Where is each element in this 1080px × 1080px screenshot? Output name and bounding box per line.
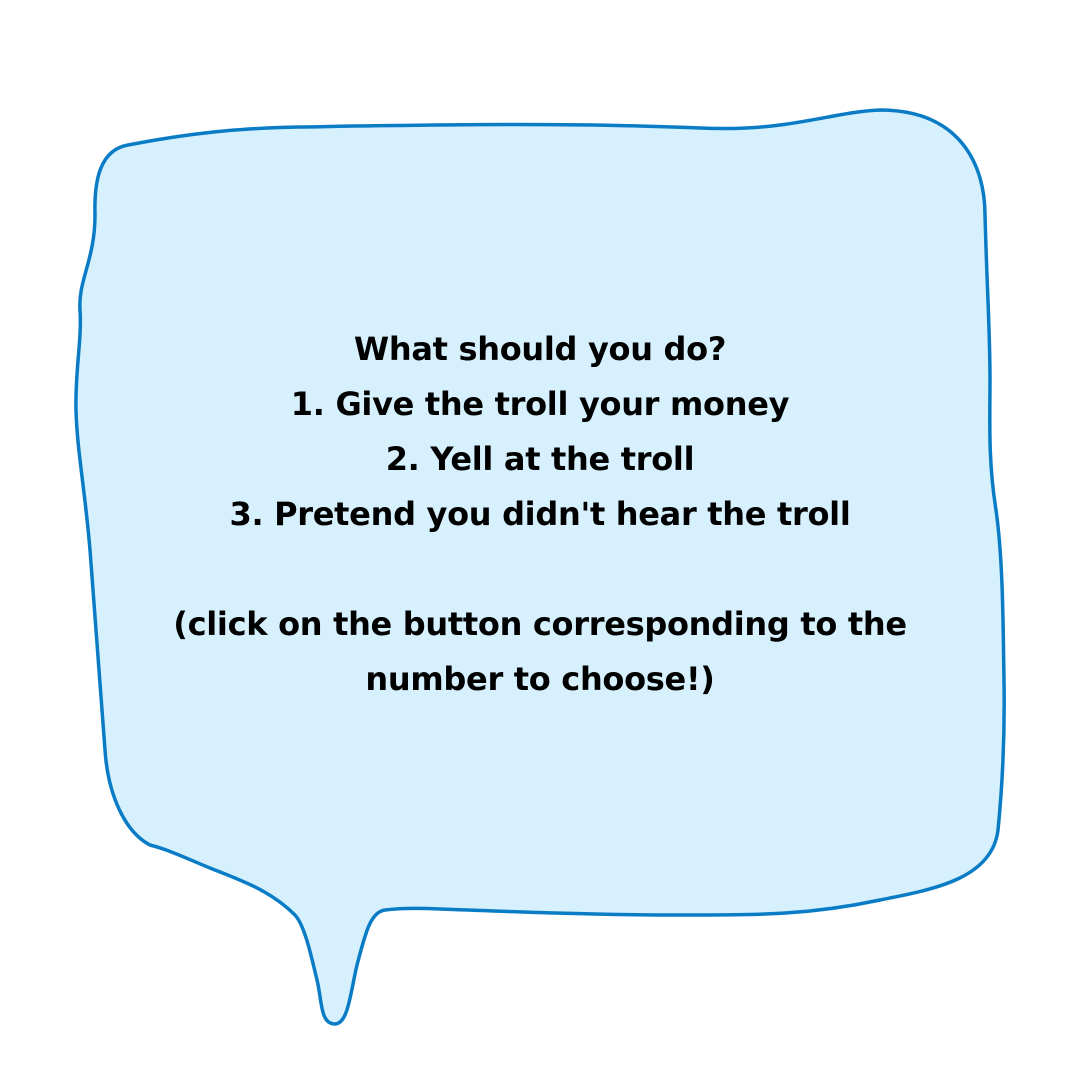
slide-canvas: What should you do? 1. Give the troll yo… — [0, 0, 1080, 1080]
question-text: What should you do? — [353, 330, 727, 368]
bubble-text-block: What should you do? 1. Give the troll yo… — [120, 322, 960, 707]
option-1-text: 1. Give the troll your money — [290, 385, 790, 423]
option-3-text: 3. Pretend you didn't hear the troll — [229, 495, 851, 533]
option-2-text: 2. Yell at the troll — [385, 440, 695, 478]
instruction-text-line-2: number to choose!) — [365, 660, 715, 698]
instruction-text-line-1: (click on the button corresponding to th… — [173, 605, 907, 643]
